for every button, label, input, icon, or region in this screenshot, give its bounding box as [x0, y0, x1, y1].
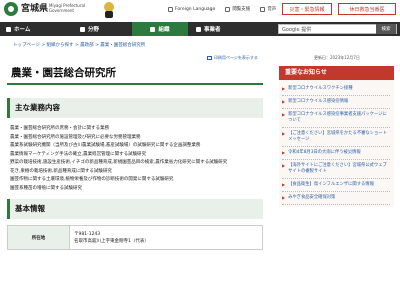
accessibility-link[interactable]: 閲覧支援	[225, 6, 250, 12]
list-item: 農業系試験研究機関（当所及び古川農業試験場,畜産試験場）の試験研究に関する企画調…	[10, 143, 201, 148]
page-meta: 印刷用ページを表示する 更新日：2023年12月7日	[14, 55, 394, 63]
notice-link[interactable]: ▶ 【海外サイトにご注意ください】宮城県公式ウェブサイトの複製サイト	[282, 160, 390, 179]
basic-info-heading: 基本情報	[7, 199, 263, 219]
notices-heading: 重要なお知らせ	[279, 66, 394, 80]
list-item: 園芸作物に関する土壌環境,植物栄養及び作物の診断技術の開発に関する試験研究	[10, 177, 174, 182]
chevron-right-icon: ▶	[282, 131, 286, 136]
address-label: 所在地	[7, 225, 70, 250]
notice-link[interactable]: ▶ 新型コロナウイルス感染症情報	[282, 96, 390, 109]
nav-home[interactable]: ホーム	[0, 22, 72, 36]
building-icon	[196, 26, 201, 32]
disaster-info-button[interactable]: 災害・緊急情報	[282, 3, 332, 15]
search-button[interactable]: 検索	[376, 24, 396, 34]
list-item: 農業・園芸総合研究所の施設管理及び研究に必要な労務管理業務	[10, 134, 141, 140]
site-logo[interactable]: 宮城県	[4, 2, 48, 16]
title-divider	[7, 83, 263, 85]
chevron-right-icon: ▶	[282, 163, 286, 168]
speaker-icon	[260, 6, 266, 12]
notice-link[interactable]: ▶ 【食品衛生】鳥インフルエンザに関する情報	[282, 179, 390, 192]
home-icon	[6, 26, 11, 32]
print-icon	[207, 56, 212, 60]
organization-icon	[150, 26, 156, 32]
chevron-right-icon: ▶	[282, 150, 286, 155]
site-header: 宮城県 Miyagi Prefectural Government Foreig…	[0, 0, 400, 22]
list-item: 野菜の栽培技術,施設生産技術,イチゴの新品種育成,新規園芸品目の検索,農作業省力…	[10, 160, 228, 165]
notice-link[interactable]: ▶ みやぎ食品安全確保対策	[282, 192, 390, 205]
list-item: 花き,果樹の栽培技術,新品種育成に関する試験研究	[10, 168, 112, 174]
accessibility-icon	[225, 6, 231, 12]
nav-field[interactable]: 分野	[72, 22, 132, 36]
address-value: 〒981-1243 名取市高舘川上字東金剛寺1（代表）	[69, 225, 263, 250]
breadcrumb[interactable]: トップページ > 組織から探す > 農政部 > 農業・園芸総合研究所	[13, 42, 145, 48]
notice-link[interactable]: ▶ 令和4年8月3日の大雨に伴う被災情報	[282, 147, 390, 160]
mascot-icon	[102, 2, 116, 18]
notice-link[interactable]: ▶ 新型コロナウイルス感染症事業者支援パッケージについて	[282, 109, 390, 128]
prefecture-emblem-icon	[4, 2, 18, 16]
page-title: 農業・園芸総合研究所	[11, 67, 116, 79]
foreign-language-link[interactable]: Foreign Language	[168, 6, 215, 12]
list-item: 園芸系種苗の増殖に関する試験研究	[10, 185, 82, 191]
chevron-right-icon: ▶	[282, 182, 286, 187]
chevron-right-icon: ▶	[282, 195, 286, 200]
print-link[interactable]: 印刷用ページを表示する	[207, 55, 258, 61]
important-notices: 重要なお知らせ ▶ 新型コロナウイルスワクチン接種 ▶ 新型コロナウイルス感染症情報…	[279, 66, 394, 207]
main-content: 農業・園芸総合研究所 主な業務内容 農業・園芸総合研究所の庶務・会計に関する業務…	[7, 66, 263, 250]
site-search: Google 提供 検索	[278, 24, 397, 34]
nav-business[interactable]: 事業者	[188, 22, 244, 36]
basic-info-table: 所在地 〒981-1243 名取市高舘川上字東金剛寺1（代表）	[7, 225, 263, 250]
duties-heading: 主な業務内容	[7, 98, 263, 118]
utility-links: Foreign Language 閲覧支援 音声	[168, 6, 276, 12]
nav-organization[interactable]: 組織	[132, 22, 188, 36]
table-row: 所在地 〒981-1243 名取市高舘川上字東金剛寺1（代表）	[7, 225, 263, 250]
search-input[interactable]: Google 提供	[279, 26, 376, 33]
notice-link[interactable]: ▶ 【ご注意ください】宮城県をかたる不審なショートメッセージ	[282, 128, 390, 147]
holiday-doctor-button[interactable]: 休日救急当番医	[338, 3, 396, 15]
list-item: 農業情報マーケティング手法の確立,農業経営管理に関する試験研究	[10, 151, 147, 157]
updated-date: 更新日：2023年12月7日	[314, 55, 360, 60]
notices-list: ▶ 新型コロナウイルスワクチン接種 ▶ 新型コロナウイルス感染症情報 ▶ 新型コロナウ…	[279, 80, 394, 207]
chevron-right-icon: ▶	[282, 99, 286, 104]
grid-icon	[80, 26, 85, 32]
logo-text: 宮城県	[21, 3, 49, 14]
chevron-right-icon: ▶	[282, 86, 286, 91]
chevron-right-icon: ▶	[282, 112, 286, 117]
notice-link[interactable]: ▶ 新型コロナウイルスワクチン接種	[282, 83, 390, 96]
globe-icon	[168, 6, 173, 12]
logo-subtitle: Miyagi Prefectural Government	[49, 3, 86, 13]
duties-list: 農業・園芸総合研究所の庶務・会計に関する業務 農業・園芸総合研究所の施設管理及び…	[7, 125, 263, 193]
list-item: 農業・園芸総合研究所の庶務・会計に関する業務	[10, 126, 109, 131]
audio-link[interactable]: 音声	[260, 6, 276, 12]
